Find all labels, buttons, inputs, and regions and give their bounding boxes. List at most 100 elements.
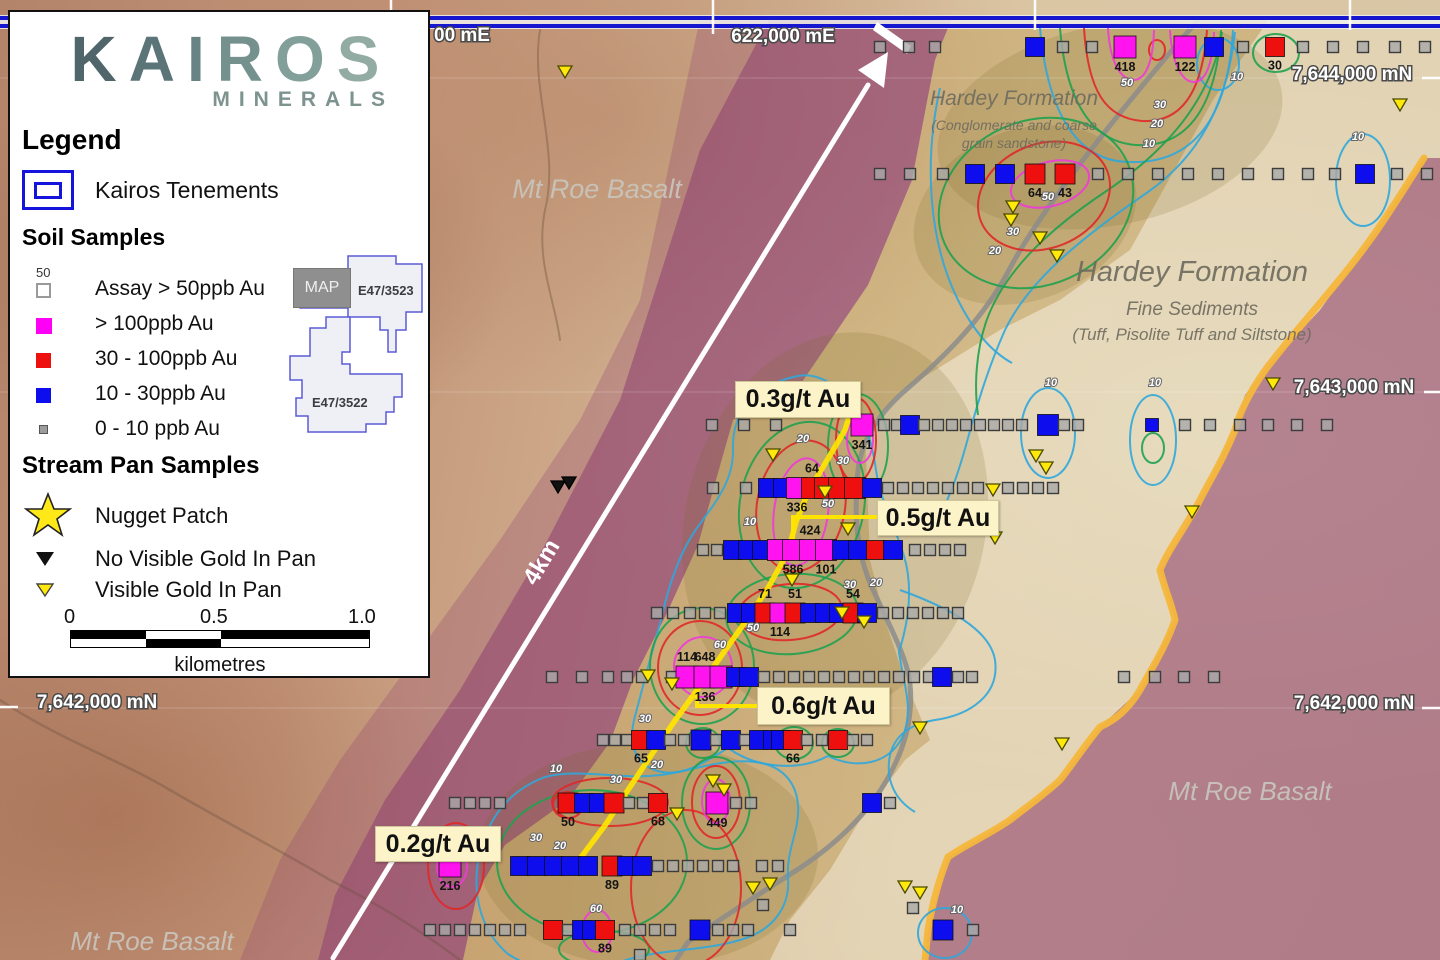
soil-sample-point <box>610 735 621 746</box>
assay-value-label: 64 <box>805 462 819 476</box>
soil-sample-point <box>649 794 668 813</box>
soil-sample-point <box>875 169 886 180</box>
contour-value-label: 30 <box>1154 99 1167 111</box>
soil-sample-point <box>938 169 949 180</box>
assay-value-label: 66 <box>786 752 800 766</box>
soil-sample-point <box>515 925 526 936</box>
contour-value-label: 20 <box>650 759 664 771</box>
soil-sample-point <box>862 735 873 746</box>
logo-letter: R <box>212 23 270 95</box>
contour-value-label: 20 <box>1150 118 1164 130</box>
soil-sample-point <box>683 861 694 872</box>
soil-item-label: 10 - 30ppb Au <box>95 382 226 406</box>
legend-title: Legend <box>22 124 122 156</box>
soil-sample-point <box>652 608 663 619</box>
soil-sample-point <box>740 735 751 746</box>
soil-sample-point <box>1058 42 1069 53</box>
tenement-label: Kairos Tenements <box>95 177 279 204</box>
tenement-inset-map: MAP E47/3523 E47/3522 <box>280 250 432 450</box>
soil-sample-point <box>622 735 633 746</box>
soil-sample-point <box>700 608 711 619</box>
tenement-swatch-inner <box>34 182 62 199</box>
soil-sample-point <box>919 420 930 431</box>
soil-sample-point <box>1328 42 1339 53</box>
soil-sample-point <box>784 731 803 750</box>
soil-sample-point <box>968 925 979 936</box>
blue-swatch <box>36 388 51 403</box>
stream-item-label: Visible Gold In Pan <box>95 577 282 603</box>
soil-sample-point <box>848 735 859 746</box>
soil-sample-point <box>731 798 742 809</box>
geology-name-label: grain sandstone) <box>962 135 1066 151</box>
contour-value-label: 10 <box>744 516 757 528</box>
soil-sample-point <box>925 545 936 556</box>
soil-sample-point <box>622 672 633 683</box>
soil-sample-point <box>1266 38 1285 57</box>
soil-sample-point <box>1205 38 1224 57</box>
soil-sample-point <box>863 479 882 498</box>
soil-sample-point <box>898 483 909 494</box>
geology-name-label: Fine Sediments <box>1126 299 1259 320</box>
assay-value-label: 50 <box>561 815 575 829</box>
soil-sample-point <box>1153 169 1164 180</box>
assay-value-label: 418 <box>1115 60 1136 74</box>
assay-value-label: 30 <box>1268 59 1282 73</box>
contour-value-label: 10 <box>1149 377 1162 389</box>
assay-value-label: 68 <box>651 815 665 829</box>
soil-sample-point <box>1205 420 1216 431</box>
soil-sample-point <box>1180 420 1191 431</box>
soil-sample-point <box>1087 42 1098 53</box>
soil-sample-point <box>465 798 476 809</box>
contour-value-label: 50 <box>1042 191 1055 203</box>
assay-note: 50 <box>36 265 50 280</box>
soil-sample-point <box>1390 42 1401 53</box>
soil-sample-point <box>884 541 903 560</box>
soil-sample-point <box>1303 169 1314 180</box>
soil-sample-point <box>933 668 952 687</box>
soil-sample-point <box>647 731 666 750</box>
soil-sample-point <box>500 925 511 936</box>
soil-sample-point <box>953 608 964 619</box>
nugget-star-icon <box>24 492 72 540</box>
soil-sample-point <box>579 857 598 876</box>
soil-sample-point <box>908 608 919 619</box>
soil-sample-point <box>679 735 690 746</box>
soil-sample-point <box>635 925 646 936</box>
contour-value-label: 30 <box>1007 226 1020 238</box>
soil-sample-point <box>864 672 875 683</box>
tenement-id-label: E47/3523 <box>358 283 414 298</box>
soil-sample-point <box>1273 169 1284 180</box>
kairos-logo-wordmark: KAIROS <box>48 22 404 96</box>
soil-sample-point <box>708 483 719 494</box>
soil-sample-point <box>1150 672 1161 683</box>
soil-sample-point <box>759 672 770 683</box>
soil-sample-point <box>961 420 972 431</box>
pan-sample-gold <box>558 66 572 78</box>
soil-sample-point <box>967 672 978 683</box>
soil-sample-point <box>1392 169 1403 180</box>
tenement-swatch <box>22 170 74 210</box>
soil-sample-point <box>1179 672 1190 683</box>
soil-sample-point <box>740 668 759 687</box>
soil-sample-point <box>758 900 769 911</box>
soil-sample-point <box>849 541 868 560</box>
soil-sample-point <box>685 608 696 619</box>
logo-letter: S <box>332 23 387 95</box>
stream-item-label: Nugget Patch <box>95 503 228 529</box>
soil-sample-point <box>562 857 581 876</box>
assay-value-label: 51 <box>788 587 802 601</box>
exploration-map-page: 4km4181223064433413366458642410171114515… <box>0 0 1440 960</box>
soil-sample-point <box>785 925 796 936</box>
soil-sample-point <box>638 798 649 809</box>
soil-sample-point <box>904 42 915 53</box>
soil-sample-point <box>545 857 564 876</box>
soil-sample-point <box>1238 42 1249 53</box>
soil-sample-point <box>741 483 752 494</box>
soil-sample-point <box>958 483 969 494</box>
geology-name-label: Hardey Formation <box>1076 256 1308 288</box>
soil-sample-point <box>966 165 985 184</box>
soil-sample-point <box>1025 164 1045 184</box>
soil-sample-point <box>713 861 724 872</box>
soil-sample-point <box>789 672 800 683</box>
assay-value-label: 336 <box>787 501 808 515</box>
